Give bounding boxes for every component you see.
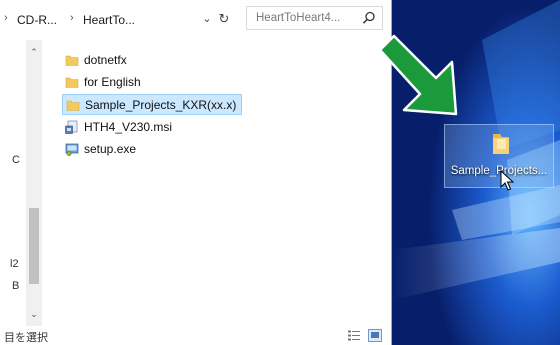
file-item-hth4-msi[interactable]: HTH4_V230.msi	[62, 117, 202, 138]
nav-pane-scrollbar[interactable]: ⌃ ⌄	[26, 40, 42, 326]
status-text: 目を選択	[4, 332, 48, 344]
nav-pane-clipped-text: B	[12, 280, 20, 292]
breadcrumb-overflow-chevron[interactable]: ›	[4, 12, 8, 24]
folder-icon	[65, 55, 79, 66]
file-item-dotnetfx[interactable]: dotnetfx	[62, 50, 182, 71]
address-toolbar: › CD-R... › HeartTo... ⌄ ↻ HeartToHeart4…	[0, 0, 391, 40]
desktop-folder-sample-projects[interactable]: Sample_Projects...	[444, 124, 554, 188]
folder-icon	[65, 77, 79, 88]
navigation-pane-edge[interactable]: C l2 B	[0, 40, 20, 330]
desktop-icon-label: Sample_Projects...	[450, 165, 548, 177]
mouse-cursor-icon	[500, 170, 514, 191]
search-input[interactable]: HeartToHeart4...	[246, 6, 383, 30]
file-explorer-window: › CD-R... › HeartTo... ⌄ ↻ HeartToHeart4…	[0, 0, 392, 345]
folder-icon	[493, 134, 509, 154]
large-icons-view-icon[interactable]	[368, 329, 382, 342]
file-name: HTH4_V230.msi	[84, 120, 173, 134]
drag-direction-arrow-icon	[378, 34, 458, 116]
folder-icon	[66, 100, 80, 111]
file-item-for-english[interactable]: for English	[62, 72, 182, 93]
large-icons-glyph-icon	[371, 332, 379, 338]
file-name: dotnetfx	[84, 53, 127, 67]
file-name: Sample_Projects_KXR(xx.x)	[85, 98, 237, 112]
search-placeholder: HeartToHeart4...	[256, 12, 341, 24]
scroll-up-icon[interactable]: ⌃	[26, 46, 42, 58]
nav-pane-clipped-text: l2	[10, 258, 19, 270]
nav-pane-clipped-text: C	[12, 154, 20, 166]
msi-installer-icon	[65, 120, 78, 134]
address-dropdown-icon[interactable]: ⌄	[199, 10, 215, 28]
file-name: for English	[84, 75, 141, 89]
setup-exe-icon	[65, 143, 79, 156]
scroll-thumb[interactable]	[29, 208, 39, 284]
breadcrumb-item-cd-r[interactable]: CD-R...	[17, 13, 57, 27]
refresh-icon[interactable]: ↻	[216, 10, 232, 28]
breadcrumb-item-hearttoheart[interactable]: HeartTo...	[83, 13, 135, 27]
file-name: setup.exe	[84, 142, 137, 156]
file-item-setup-exe[interactable]: setup.exe	[62, 139, 182, 160]
status-bar: 目を選択	[0, 326, 391, 345]
search-icon[interactable]	[362, 11, 376, 25]
breadcrumb-separator[interactable]: ›	[70, 12, 74, 24]
details-view-icon[interactable]	[348, 330, 360, 341]
scroll-down-icon[interactable]: ⌄	[26, 308, 42, 320]
file-item-sample-projects[interactable]: Sample_Projects_KXR(xx.x)	[62, 94, 242, 115]
